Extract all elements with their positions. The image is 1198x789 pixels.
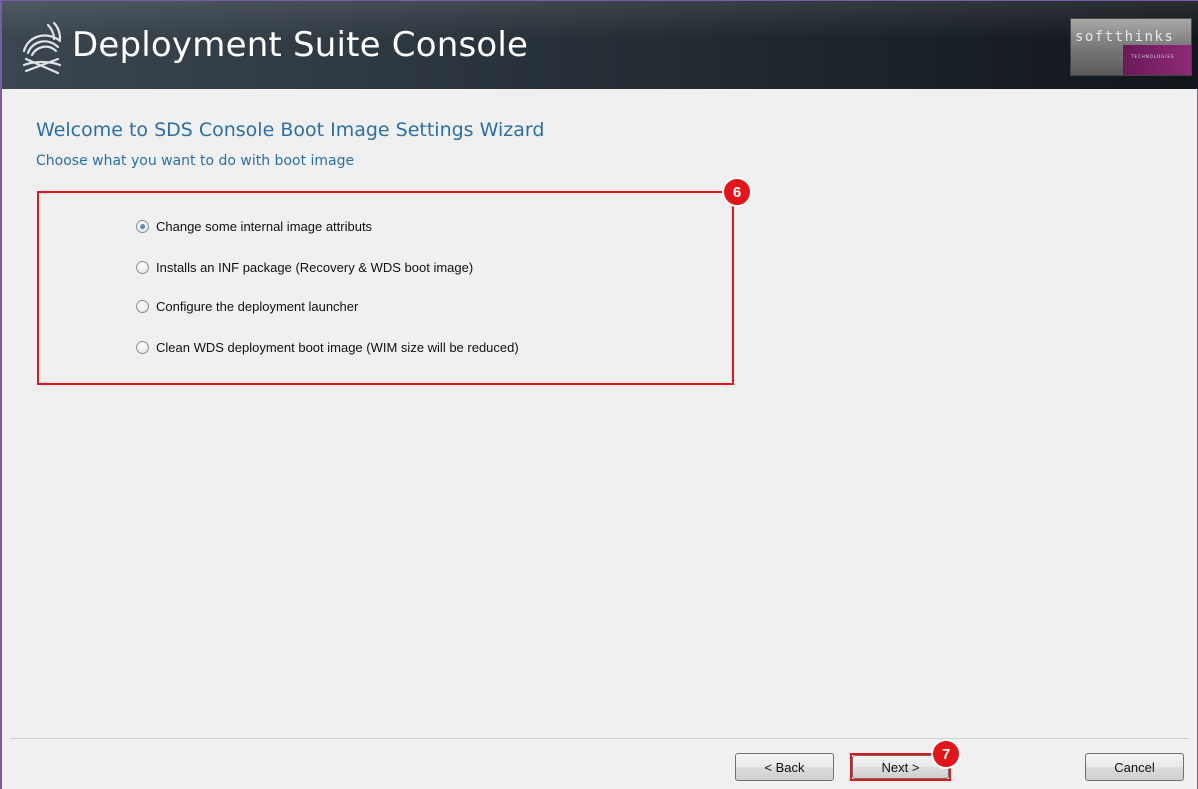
wizard-subtitle: Choose what you want to do with boot ima… (36, 153, 355, 169)
brand-text: softthinks (1075, 29, 1175, 45)
option-change-attributes[interactable]: Change some internal image attributs (136, 217, 372, 235)
step-badge-6: 6 (722, 177, 752, 207)
option-label: Configure the deployment launcher (156, 298, 359, 314)
app-title: Deployment Suite Console (72, 25, 529, 65)
radio-unselected-icon[interactable] (136, 260, 149, 274)
option-label: Change some internal image attributs (156, 218, 373, 234)
radio-unselected-icon[interactable] (136, 340, 149, 354)
wizard-title: Welcome to SDS Console Boot Image Settin… (36, 119, 545, 141)
back-button[interactable]: < Back (735, 753, 834, 781)
option-install-inf[interactable]: Installs an INF package (Recovery & WDS … (136, 258, 473, 276)
footer-divider (10, 738, 1189, 739)
option-label: Clean WDS deployment boot image (WIM siz… (156, 339, 519, 355)
cancel-button[interactable]: Cancel (1085, 753, 1184, 781)
option-clean-wds[interactable]: Clean WDS deployment boot image (WIM siz… (136, 338, 519, 356)
header-banner: Deployment Suite Console softthinks TECH… (2, 1, 1198, 89)
step-badge-7: 7 (931, 739, 961, 769)
option-label: Installs an INF package (Recovery & WDS … (156, 259, 474, 275)
radio-selected-icon[interactable] (136, 219, 149, 233)
softthinks-logo: softthinks TECHNOLOGIES (1070, 18, 1192, 76)
swirl-logo-icon (22, 21, 62, 75)
wizard-window: Deployment Suite Console softthinks TECH… (0, 0, 1198, 789)
option-configure-launcher[interactable]: Configure the deployment launcher (136, 297, 358, 315)
brand-subtext: TECHNOLOGIES (1131, 54, 1175, 59)
radio-unselected-icon[interactable] (136, 299, 149, 313)
